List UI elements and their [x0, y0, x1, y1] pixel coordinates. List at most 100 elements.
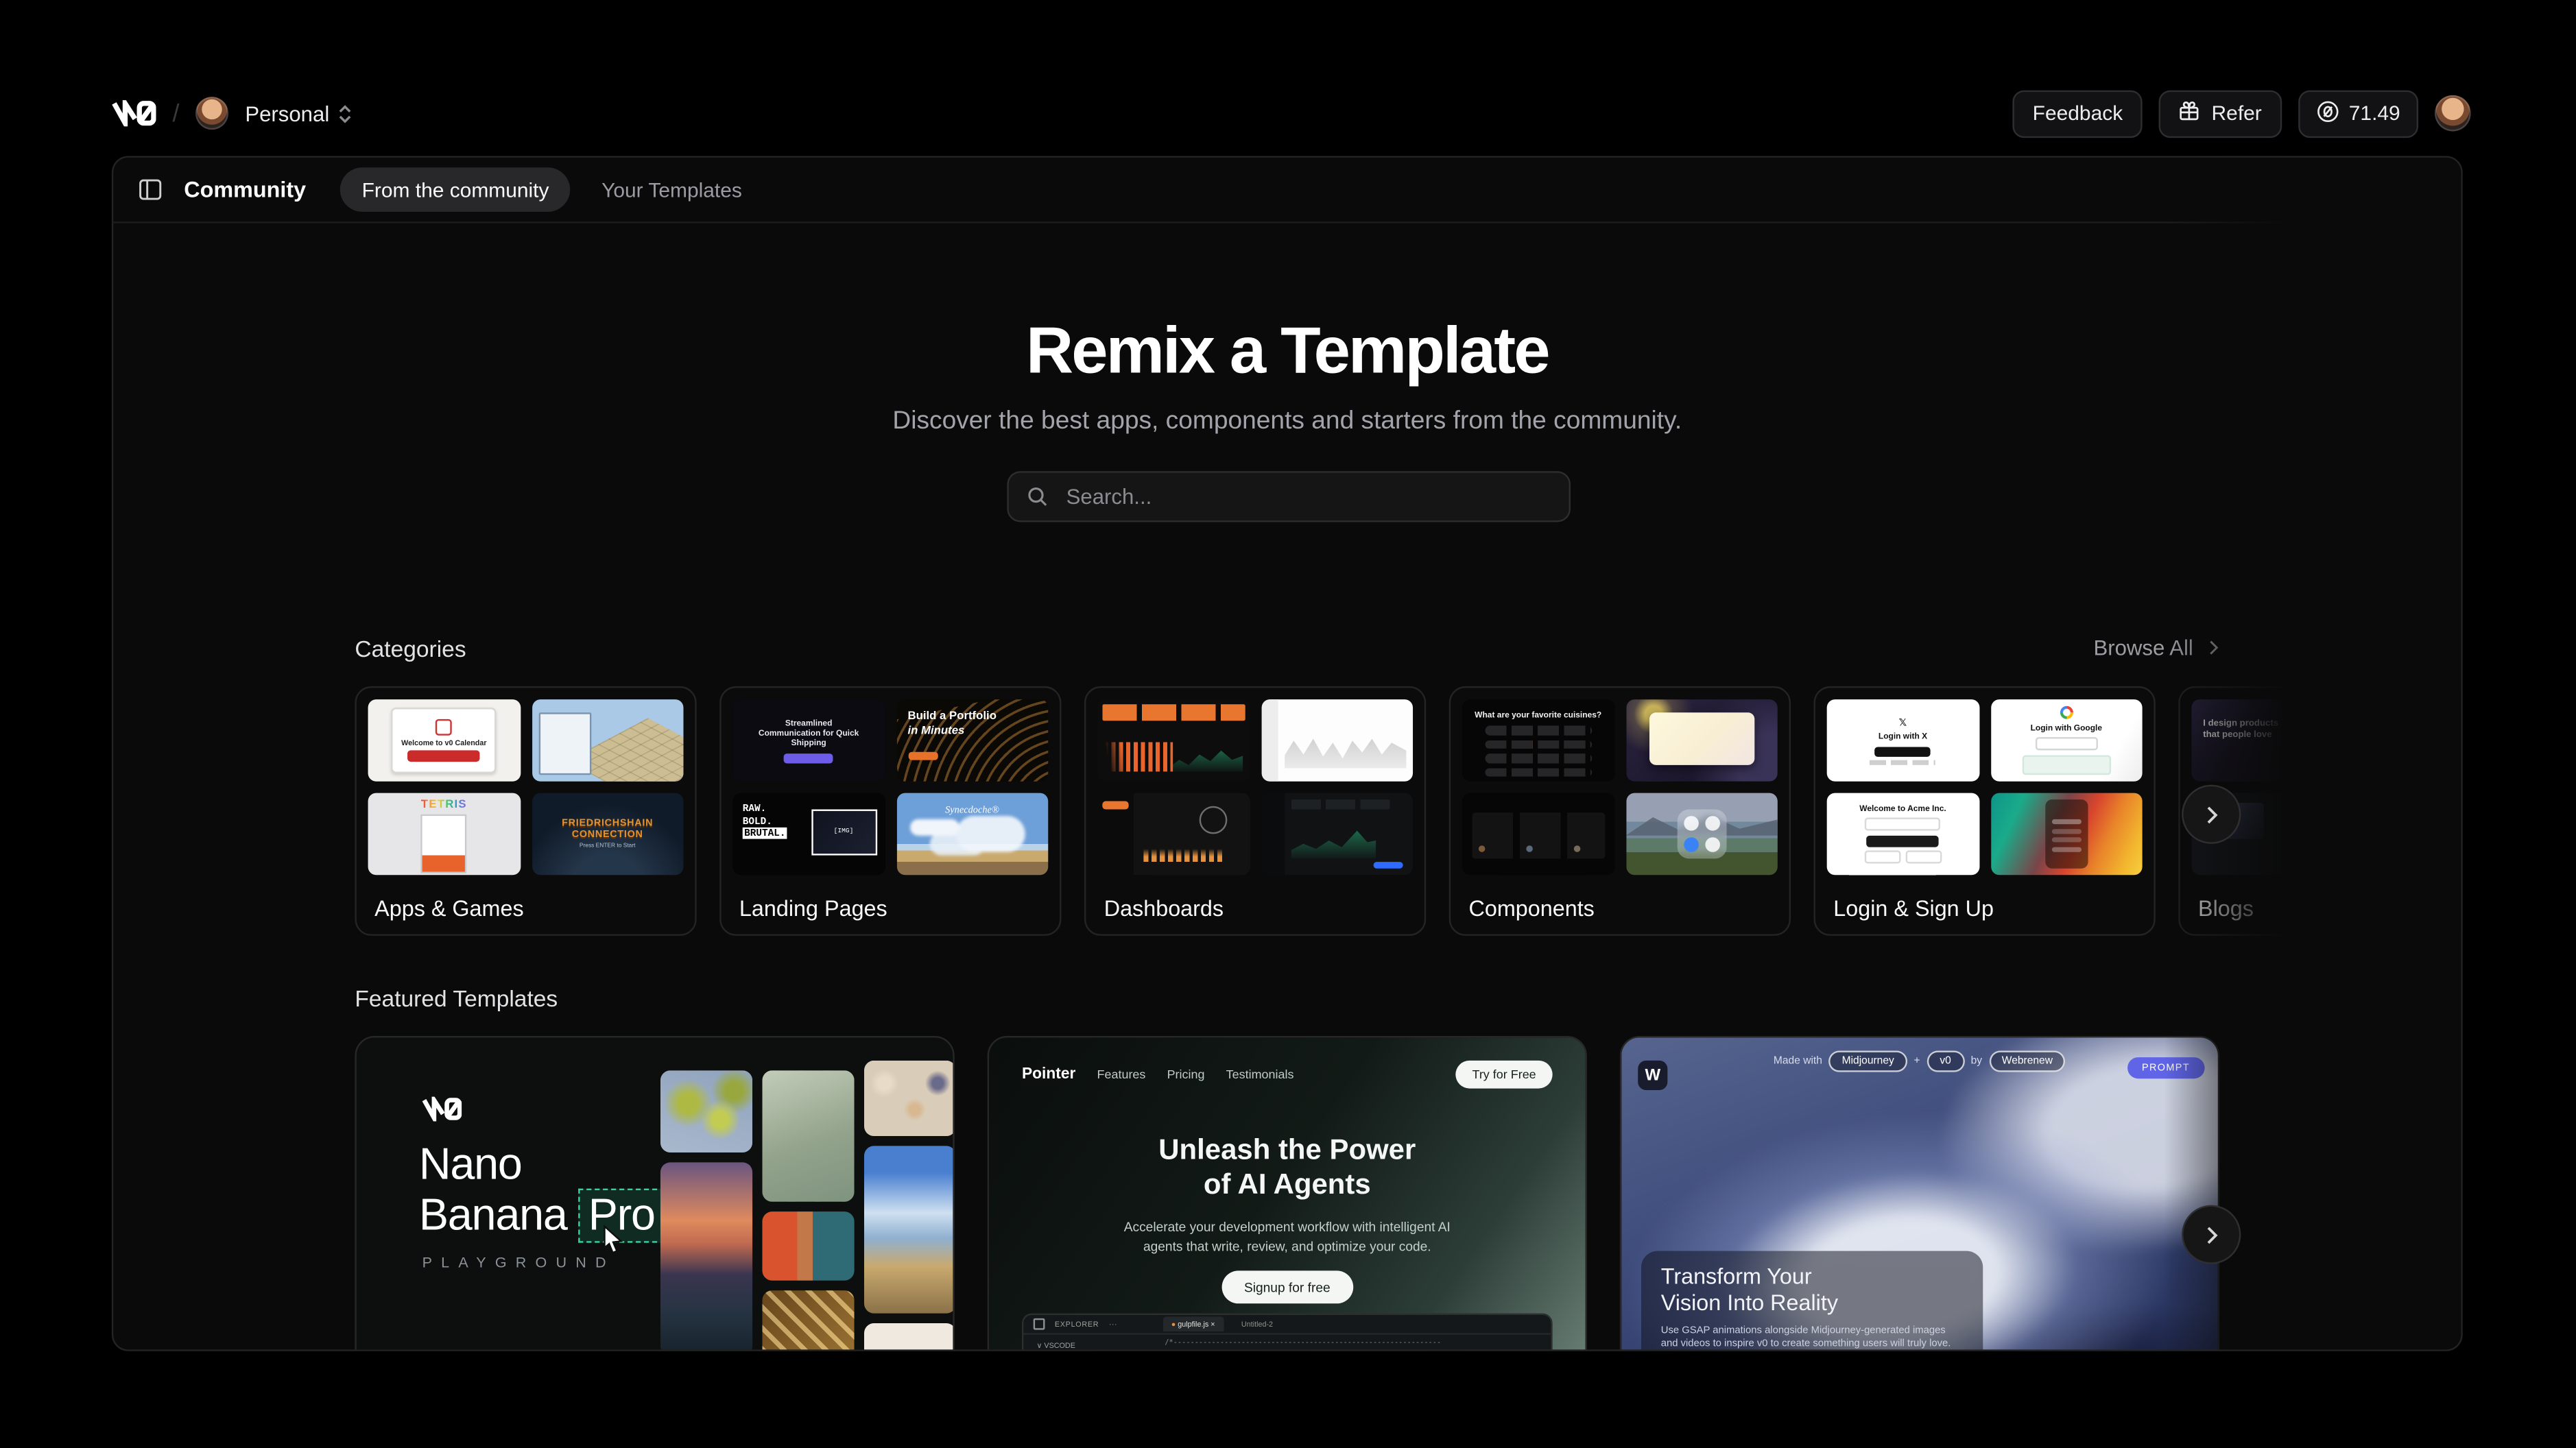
login-acme-thumbnail: Welcome to Acme Inc. [1827, 793, 1979, 876]
thumbnail-grid [1097, 699, 1413, 875]
search-bar [1007, 471, 1571, 522]
community-panel: Community From the community Your Templa… [112, 156, 2463, 1351]
category-card-row: Welcome to v0 Calendar TETRIS FRIEDRICHS… [355, 686, 2462, 936]
thumb-text: What are your favorite cuisines? [1475, 711, 1601, 721]
code-line: /*--------------------------------------… [1165, 1340, 1551, 1351]
v0-logo [422, 1097, 462, 1130]
webrenew-badge: Webrenew [1989, 1051, 2066, 1072]
people-photo [762, 1211, 854, 1281]
blog-thumbnail [2355, 699, 2463, 782]
thumbnail-grid: 𝕏 Login with X Login with Google Welcome… [1827, 699, 2143, 875]
analytics-dashboard-thumbnail [1261, 793, 1413, 876]
signup-button: Signup for free [1221, 1270, 1353, 1303]
designer-portfolio-thumbnail: I design products that people love [2191, 699, 2344, 782]
dark-dashboard-thumbnail [1097, 793, 1250, 876]
thumb-text: in Minutes [907, 725, 964, 736]
featured-card-gsap-wave[interactable]: Made with Midjourney + v0 by Webrenew W … [1620, 1036, 2219, 1351]
thumb-text: FRIEDRICHSHAIN [562, 819, 653, 829]
thumb-text: Streamlined Communication for Quick Ship… [756, 719, 862, 748]
sub-text: Accelerate your development workflow wit… [1124, 1220, 1451, 1235]
categories-next-button[interactable] [2182, 785, 2241, 844]
editor-panel-icon [1034, 1318, 1045, 1330]
cursor-icon [599, 1224, 625, 1262]
cuisine-picker-thumbnail: What are your favorite cuisines? [1462, 699, 1614, 782]
pixel-office-game-thumbnail [532, 699, 684, 782]
thumb-text: [IMG] [834, 829, 854, 836]
top-header: / Personal Feedback [112, 82, 2471, 145]
category-card-dashboards[interactable]: Dashboards [1084, 686, 1426, 936]
login-x-thumbnail: 𝕏 Login with X [1827, 699, 1979, 782]
feedback-button[interactable]: Feedback [2013, 90, 2143, 137]
category-card-apps-games[interactable]: Welcome to v0 Calendar TETRIS FRIEDRICHS… [355, 686, 696, 936]
nav-link: Features [1097, 1067, 1145, 1082]
v0-community-page: / Personal Feedback [0, 0, 2576, 1448]
thumb-text: CONNECTION [572, 831, 643, 841]
webrenew-logo: W [1638, 1061, 1667, 1090]
pills-photo [864, 1061, 955, 1136]
team-name: Personal [245, 101, 329, 125]
search-icon [1027, 486, 1048, 507]
template-subheading: Accelerate your development workflow wit… [989, 1218, 1586, 1256]
close-icon: × [1211, 1320, 1215, 1328]
thumbnail-grid: Streamlined Communication for Quick Ship… [732, 699, 1048, 875]
search-input[interactable] [1063, 483, 1551, 511]
sunset-mountain-photo [660, 1162, 752, 1351]
thumb-text: Login with X [1879, 732, 1927, 742]
thumb-text: Welcome to v0 Calendar [401, 739, 486, 747]
category-label: Landing Pages [739, 896, 1048, 921]
title-text: Banana [419, 1190, 567, 1241]
made-with-label: Made with [1774, 1056, 1822, 1067]
template-title: Nano [419, 1139, 522, 1190]
featured-card-nano-banana-pro[interactable]: Nano Banana Pro PLAYGROUND [355, 1036, 954, 1351]
category-label: Blogs [2198, 896, 2463, 921]
saas-landing-thumbnail: Streamlined Communication for Quick Ship… [732, 699, 885, 782]
photo-grid [660, 1070, 955, 1351]
brutalist-landing-thumbnail: RAW. BOLD. BRUTAL. [IMG] [732, 793, 885, 876]
chevron-right-icon [2202, 806, 2220, 823]
chevron-right-icon [2206, 640, 2221, 655]
thumb-text: Synecdoche® [896, 806, 1049, 816]
category-label: Login & Sign Up [1833, 896, 2142, 921]
featured-card-pointer-ai[interactable]: Pointer Features Pricing Testimonials Tr… [988, 1036, 1587, 1351]
tab-your-templates[interactable]: Your Templates [592, 178, 752, 202]
leaves-photo [660, 1070, 752, 1153]
heading-text: Transform Your [1661, 1264, 1812, 1289]
sky-mountain-photo [864, 1146, 955, 1313]
thumb-text: Build a Portfolio [907, 711, 997, 723]
login-google-thumbnail: Login with Google [1990, 699, 2143, 782]
category-card-components[interactable]: What are your favorite cuisines? Compone… [1449, 686, 1791, 936]
sidebar-toggle-icon[interactable] [138, 178, 163, 202]
gift-icon [2179, 101, 2200, 126]
category-label: Apps & Games [374, 896, 683, 921]
thumbnail-grid: What are your favorite cuisines? [1462, 699, 1778, 875]
thumb-text: BOLD. [743, 815, 772, 827]
template-subtitle: PLAYGROUND [422, 1254, 615, 1270]
portfolio-landing-thumbnail: Build a Portfolio in Minutes [896, 699, 1049, 782]
feedback-label: Feedback [2033, 103, 2123, 123]
featured-next-button[interactable] [2182, 1205, 2241, 1264]
credits-chip[interactable]: 71.49 [2298, 90, 2419, 137]
editor-tab: Untitled-2 [1233, 1316, 1281, 1331]
tree-item: ∨ VSCODE [1037, 1340, 1155, 1351]
v0-logo[interactable] [112, 100, 156, 126]
refer-button[interactable]: Refer [2159, 90, 2282, 137]
user-avatar[interactable] [2435, 95, 2471, 132]
tab-from-the-community[interactable]: From the community [340, 167, 570, 212]
template-heading: Transform Your Vision Into Reality [1661, 1264, 1964, 1317]
brand-name: Pointer [1022, 1065, 1075, 1083]
category-card-landing-pages[interactable]: Streamlined Communication for Quick Ship… [719, 686, 1061, 936]
orange-dashboard-thumbnail [1097, 699, 1250, 782]
category-label: Dashboards [1104, 896, 1413, 921]
nav-link: Pricing [1167, 1067, 1205, 1082]
team-switcher[interactable]: Personal [245, 101, 352, 125]
thumb-text: TETRIS [421, 799, 467, 811]
category-card-login-signup[interactable]: 𝕏 Login with X Login with Google Welcome… [1814, 686, 2156, 936]
try-for-free-button: Try for Free [1456, 1061, 1553, 1089]
plus-label: + [1914, 1056, 1920, 1067]
thumb-text: BRUTAL. [743, 828, 787, 839]
template-navbar: Pointer Features Pricing Testimonials Tr… [1022, 1061, 1553, 1089]
midjourney-badge: Midjourney [1828, 1051, 1907, 1072]
login-gradient-thumbnail [1990, 793, 2143, 876]
heading-text: of AI Agents [1204, 1168, 1371, 1200]
browse-all-link[interactable]: Browse All [2093, 636, 2221, 660]
